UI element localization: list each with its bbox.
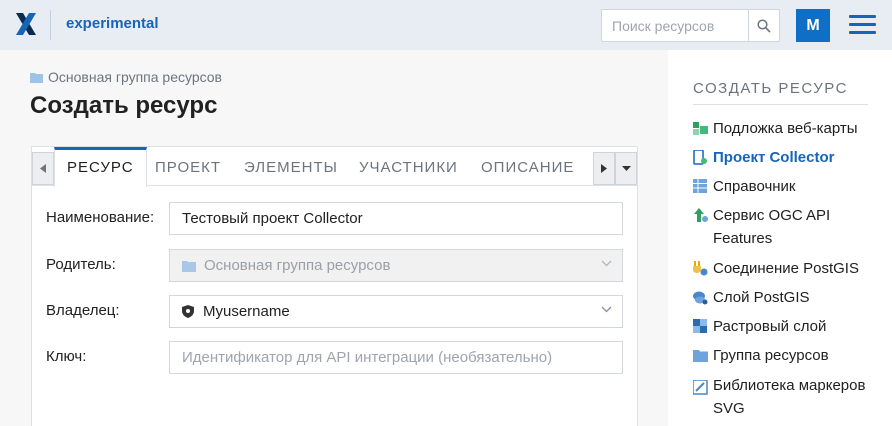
key-label: Ключ:	[46, 348, 87, 365]
hamburger-menu-icon[interactable]	[849, 15, 876, 35]
sidebar-item-lookup-table[interactable]: Справочник	[693, 175, 868, 198]
svg-library-icon	[693, 380, 708, 395]
header-divider	[50, 10, 51, 40]
owner-label: Владелец:	[46, 302, 120, 319]
sidebar-item-label: Слой PostGIS	[713, 289, 810, 306]
sidebar-item-ogc-service[interactable]: Сервис OGC API Features	[693, 204, 868, 250]
sidebar-item-resource-group[interactable]: Группа ресурсов	[693, 344, 868, 367]
resource-form-panel: РЕСУРС ПРОЕКТ ЭЛЕМЕНТЫ УЧАСТНИКИ ОПИСАНИ…	[31, 146, 638, 426]
key-placeholder: Идентификатор для API интеграции (необяз…	[182, 349, 553, 366]
tab-description[interactable]: ОПИСАНИЕ	[481, 147, 574, 186]
name-label: Наименование:	[46, 209, 155, 226]
postgis-connection-icon	[693, 261, 708, 276]
parent-select[interactable]: Основная группа ресурсов	[169, 249, 623, 282]
sidebar-item-label: Проект Collector	[713, 149, 835, 166]
owner-select[interactable]: Myusername	[169, 295, 623, 328]
tab-menu-button[interactable]	[615, 152, 637, 185]
sidebar-item-label: Растровый слой	[713, 318, 827, 335]
breadcrumb-parent-link[interactable]: Основная группа ресурсов	[48, 69, 222, 85]
sidebar-item-svg-library[interactable]: Библиотека маркеров SVG	[693, 374, 868, 420]
postgis-layer-icon	[693, 291, 708, 305]
sidebar-item-postgis-layer[interactable]: Слой PostGIS	[693, 286, 868, 309]
create-resource-sidebar: СОЗДАТЬ РЕСУРС Подложка веб-карты Проект…	[668, 50, 892, 426]
tab-members[interactable]: УЧАСТНИКИ	[359, 147, 458, 186]
chevron-down-icon	[601, 306, 612, 313]
main-content: Основная группа ресурсов Создать ресурс …	[0, 50, 668, 426]
parent-label: Родитель:	[46, 256, 116, 273]
raster-layer-icon	[693, 319, 707, 333]
logo-icon[interactable]	[14, 12, 38, 36]
name-input[interactable]: Тестовый проект Collector	[169, 202, 623, 235]
sidebar-item-label: Библиотека маркеров SVG	[713, 377, 866, 417]
sidebar-item-basemap[interactable]: Подложка веб-карты	[693, 117, 868, 140]
sidebar-item-label: Справочник	[713, 178, 796, 195]
sidebar-item-collector[interactable]: Проект Collector	[693, 146, 868, 169]
sidebar-item-raster-layer[interactable]: Растровый слой	[693, 315, 868, 338]
user-avatar-button[interactable]: M	[796, 9, 830, 42]
tab-elements[interactable]: ЭЛЕМЕНТЫ	[244, 147, 338, 186]
ogc-service-icon	[694, 208, 708, 222]
sidebar-item-label: Подложка веб-карты	[713, 120, 858, 137]
basemap-icon	[693, 122, 708, 135]
folder-icon	[30, 72, 43, 83]
sidebar-item-label: Соединение PostGIS	[713, 260, 859, 277]
top-header: experimental M	[0, 0, 892, 50]
owner-value: Myusername	[203, 303, 290, 320]
name-value: Тестовый проект Collector	[182, 210, 363, 227]
lookup-table-icon	[693, 179, 707, 193]
search-box	[601, 9, 748, 42]
tab-scroll-left-button[interactable]	[32, 152, 54, 185]
tab-scroll-right-button[interactable]	[593, 152, 615, 185]
folder-icon	[693, 350, 708, 362]
search-button[interactable]	[748, 9, 780, 42]
tab-bar: РЕСУРС ПРОЕКТ ЭЛЕМЕНТЫ УЧАСТНИКИ ОПИСАНИ…	[32, 147, 637, 187]
tab-project[interactable]: ПРОЕКТ	[155, 147, 221, 186]
tab-resource[interactable]: РЕСУРС	[54, 147, 147, 187]
folder-icon	[182, 260, 196, 272]
key-input[interactable]: Идентификатор для API интеграции (необяз…	[169, 341, 623, 374]
collector-icon	[693, 150, 707, 165]
sidebar-divider	[693, 104, 868, 105]
sidebar-title: СОЗДАТЬ РЕСУРС	[693, 80, 848, 97]
shield-icon	[182, 305, 194, 318]
search-icon	[757, 18, 771, 33]
parent-value: Основная группа ресурсов	[204, 257, 391, 274]
chevron-down-icon	[601, 260, 612, 267]
app-name[interactable]: experimental	[66, 15, 159, 32]
caret-left-icon	[40, 164, 46, 173]
caret-down-icon	[621, 166, 631, 171]
sidebar-item-label: Группа ресурсов	[713, 347, 829, 364]
sidebar-item-label: Сервис OGC API Features	[713, 207, 831, 247]
sidebar-item-postgis-connection[interactable]: Соединение PostGIS	[693, 257, 868, 280]
page-title: Создать ресурс	[30, 92, 218, 119]
breadcrumb[interactable]: Основная группа ресурсов	[30, 69, 222, 85]
search-input[interactable]	[602, 10, 748, 41]
caret-right-icon	[601, 164, 607, 173]
